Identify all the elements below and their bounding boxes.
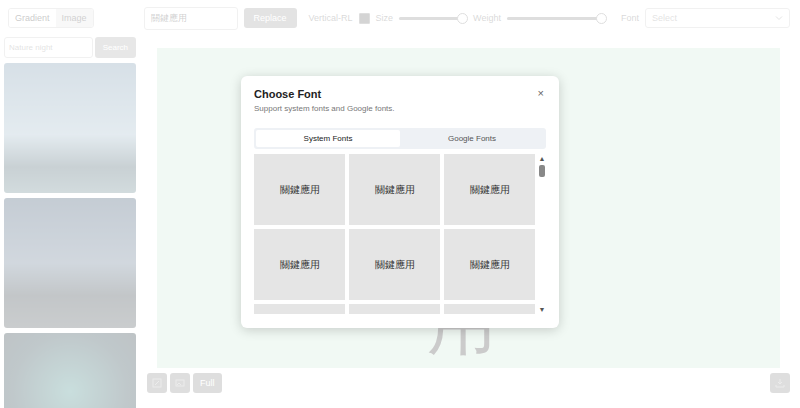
font-sample: 關鍵應用 [280,258,320,272]
font-card[interactable]: 關鍵應用 [444,154,535,225]
scrollbar-thumb[interactable] [539,165,545,177]
font-sample: 關鍵應用 [470,183,510,197]
font-sample: 關鍵應用 [280,183,320,197]
font-tabs: System FontsGoogle Fonts [254,128,546,149]
modal-overlay[interactable]: Choose Font Support system fonts and Goog… [0,0,800,408]
font-modal: Choose Font Support system fonts and Goog… [241,76,559,328]
font-card[interactable]: 關鍵應用 [349,229,440,300]
modal-titles: Choose Font Support system fonts and Goog… [254,88,395,113]
font-card[interactable]: 關鍵應用 [444,229,535,300]
scrollbar[interactable]: ▲▼ [538,154,546,314]
font-editor-app: GradientImage關鍵應用ReplaceVertical-RLSizeW… [0,0,800,408]
font-card[interactable] [349,304,440,314]
font-card[interactable] [254,304,345,314]
modal-header: Choose Font Support system fonts and Goog… [254,88,546,113]
font-card[interactable]: 關鍵應用 [349,154,440,225]
close-button[interactable]: × [536,88,546,99]
font-card[interactable]: 關鍵應用 [254,154,345,225]
font-sample: 關鍵應用 [375,183,415,197]
font-tab[interactable]: Google Fonts [400,130,544,147]
font-sample: 關鍵應用 [470,258,510,272]
font-sample: 關鍵應用 [375,258,415,272]
font-card[interactable]: 關鍵應用 [254,229,345,300]
scrollbar-track [539,165,545,303]
modal-subtitle: Support system fonts and Google fonts. [254,104,395,113]
font-grid: 關鍵應用關鍵應用關鍵應用關鍵應用關鍵應用關鍵應用 [254,154,535,314]
modal-title: Choose Font [254,88,395,100]
scroll-up-button[interactable]: ▲ [539,154,546,163]
font-tab[interactable]: System Fonts [256,130,400,147]
font-list: 關鍵應用關鍵應用關鍵應用關鍵應用關鍵應用關鍵應用▲▼ [254,154,546,314]
scroll-down-button[interactable]: ▼ [539,305,546,314]
font-card[interactable] [444,304,535,314]
